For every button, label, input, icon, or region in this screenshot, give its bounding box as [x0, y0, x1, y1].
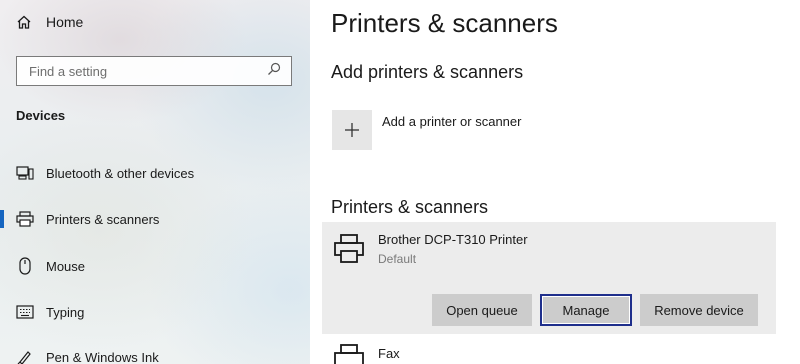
home-icon [16, 14, 32, 30]
printer-name: Brother DCP-T310 Printer [378, 232, 528, 247]
fax-printer-icon [332, 342, 366, 364]
add-printer-label: Add a printer or scanner [382, 114, 522, 129]
sidebar-item-label: Pen & Windows Ink [46, 349, 159, 364]
home-label: Home [46, 14, 84, 30]
main-content: Printers & scanners Add printers & scann… [310, 0, 800, 364]
section-label-devices: Devices [16, 108, 66, 123]
search-icon[interactable] [267, 62, 281, 81]
open-queue-button[interactable]: Open queue [432, 294, 532, 326]
pen-icon [16, 348, 34, 364]
sidebar-item-label: Mouse [46, 258, 86, 274]
printer-list-item[interactable]: Brother DCP-T310 Printer Default Open qu… [322, 222, 776, 334]
sidebar: Home Devices Bluetooth & other devices [0, 0, 310, 364]
sidebar-item-typing[interactable]: Typing [0, 295, 310, 329]
search-input[interactable] [27, 62, 267, 80]
printer-icon [16, 210, 34, 228]
printer-status: Default [378, 252, 417, 266]
manage-button[interactable]: Manage [540, 294, 632, 326]
search-box[interactable] [16, 56, 292, 86]
mouse-icon [16, 257, 34, 275]
printers-list-heading: Printers & scanners [331, 197, 489, 217]
sidebar-item-pen[interactable]: Pen & Windows Ink [0, 340, 310, 364]
sidebar-item-label: Bluetooth & other devices [46, 165, 195, 181]
sidebar-item-printers[interactable]: Printers & scanners [0, 202, 310, 236]
add-printers-heading: Add printers & scanners [331, 62, 524, 82]
home-nav-item[interactable]: Home [16, 14, 83, 30]
bluetooth-devices-icon [16, 164, 34, 182]
add-printer-button[interactable]: Add a printer or scanner [332, 110, 521, 150]
keyboard-icon [16, 303, 34, 321]
fax-list-item[interactable]: Fax [332, 342, 400, 364]
page-title: Printers & scanners [331, 8, 558, 38]
plus-icon[interactable] [332, 110, 372, 150]
settings-window: Home Devices Bluetooth & other devices [0, 0, 800, 364]
sidebar-item-mouse[interactable]: Mouse [0, 249, 310, 283]
fax-name: Fax [378, 346, 400, 361]
sidebar-item-label: Typing [46, 304, 85, 320]
printer-icon [332, 232, 366, 266]
sidebar-item-bluetooth[interactable]: Bluetooth & other devices [0, 156, 310, 190]
sidebar-item-label: Printers & scanners [46, 211, 160, 227]
remove-device-button[interactable]: Remove device [640, 294, 758, 326]
